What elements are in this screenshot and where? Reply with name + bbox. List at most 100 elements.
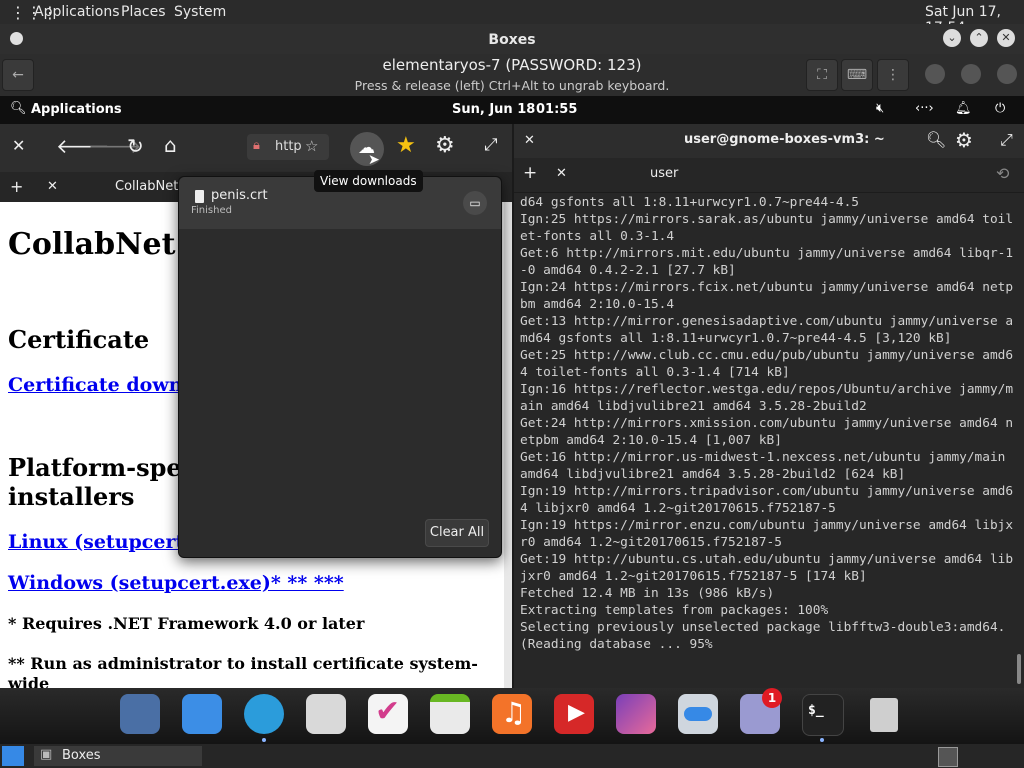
menu-places[interactable]: Places [121, 4, 166, 20]
fullscreen-button[interactable]: ⛶ [806, 59, 838, 91]
boxes-app-icon: ▣ [40, 747, 53, 762]
window-title: Boxes [488, 32, 536, 48]
terminal-title: user@gnome-boxes-vm3: ~ [684, 132, 885, 147]
browser-toolbar: ✕ 🡐 🡒 ↻ ⌂ 🔒︎ http ☆ ☁ ★ ⚙ ⤢ [0, 124, 512, 172]
menu-applications[interactable]: Applications [34, 4, 120, 20]
mouse-cursor-icon: ➤ [368, 152, 380, 168]
clear-all-button[interactable]: Clear All [425, 519, 489, 547]
search-icon[interactable]: 🔍︎ [10, 101, 27, 116]
terminal-output[interactable]: d64 gsfonts all 1:8.11+urwcyr1.0.7~pre44… [520, 194, 1014, 684]
url-text: http [275, 139, 302, 154]
settings-gear-icon[interactable]: ⚙ [435, 133, 455, 158]
platform-heading-1: Platform-spe [8, 453, 182, 482]
close-tab-icon[interactable]: ✕ [47, 179, 58, 194]
mute-icon[interactable]: 🔇︎ [876, 101, 884, 116]
music-note-icon: ♫ [501, 696, 527, 729]
insecure-lock-icon: 🔒︎ [253, 138, 260, 153]
requirement-note: * Requires .NET Framework 4.0 or later [8, 614, 365, 633]
running-indicator-browser [262, 738, 266, 742]
terminal-settings-icon[interactable]: ⚙ [955, 128, 973, 152]
terminal-headerbar: ✕ user@gnome-boxes-vm3: ~ 🔍︎ ⚙ ⤢ [514, 124, 1024, 158]
guest-date[interactable]: Sun, Jun 18 [452, 102, 535, 117]
web-browser-icon[interactable] [244, 694, 284, 734]
close-window-icon[interactable]: ✕ [12, 136, 25, 155]
power-menu-icon[interactable]: ⏻ [995, 101, 1005, 116]
terminal-search-icon[interactable]: 🔍︎ [926, 130, 946, 149]
toggle-switch-shape [684, 707, 712, 721]
power-icon[interactable] [925, 64, 945, 84]
workspace-switcher-icon[interactable] [938, 747, 958, 767]
mail-icon[interactable] [306, 694, 346, 734]
appcenter-icon[interactable]: 1 [740, 688, 782, 734]
videos-icon[interactable]: ▶ [554, 694, 594, 734]
file-icon [195, 190, 204, 203]
url-bar[interactable]: 🔒︎ http ☆ [247, 134, 329, 160]
tab-collabnet[interactable]: CollabNet [115, 179, 178, 194]
guest-time[interactable]: 01:55 [536, 102, 577, 117]
photos-icon[interactable] [616, 694, 656, 734]
close-icon[interactable]: ✕ [997, 29, 1015, 47]
terminal-window: ✕ user@gnome-boxes-vm3: ~ 🔍︎ ⚙ ⤢ + ✕ use… [514, 124, 1024, 688]
open-folder-icon[interactable]: ▭ [463, 191, 487, 215]
downloads-tooltip: View downloads [314, 170, 423, 192]
tasks-icon[interactable]: ✔ [368, 694, 408, 734]
music-icon[interactable]: ♫ [492, 694, 532, 734]
show-desktop-icon[interactable] [2, 746, 24, 766]
taskbar-boxes-button[interactable]: ▣ Boxes [34, 746, 202, 766]
boxes-titlebar: Boxes ⌄ ⌃ ✕ [0, 24, 1024, 54]
platform-heading-2: installers [8, 482, 135, 511]
terminal-tab-user[interactable]: user [650, 166, 678, 181]
maximize-icon[interactable]: ⌃ [970, 29, 988, 47]
download-status: Finished [191, 205, 232, 216]
terminal-tab-bar: + ✕ user ⟲ [514, 158, 1024, 193]
files-icon[interactable] [182, 694, 222, 734]
guest-top-panel: 🔍︎ Applications Sun, Jun 18 01:55 🔇︎ ‹··… [0, 96, 1024, 124]
calendar-icon[interactable] [430, 694, 470, 734]
multitasking-view-icon[interactable] [120, 694, 160, 734]
boxes-headerbar: ← elementaryos-7 (PASSWORD: 123) Press &… [0, 54, 1024, 97]
menu-button[interactable]: ⋮ [877, 59, 909, 91]
reload-icon[interactable]: ↻ [127, 134, 144, 158]
dock: ✔ ♫ ▶ 1 $_ [0, 688, 1024, 744]
admin-note: ** Run as administrator to install certi… [8, 654, 478, 688]
update-badge: 1 [762, 688, 782, 708]
bookmark-star-icon[interactable]: ☆ [305, 137, 318, 155]
settings-circle-icon[interactable] [997, 64, 1017, 84]
keyboard-button[interactable]: ⌨ [841, 59, 873, 91]
notifications-icon[interactable]: 🔔︎ [955, 101, 972, 116]
terminal-close-tab-icon[interactable]: ✕ [556, 166, 567, 181]
downloads-popover: penis.crt Finished ▭ Clear All [178, 176, 502, 558]
lock-icon[interactable] [961, 64, 981, 84]
play-icon: ▶ [568, 700, 585, 725]
network-icon[interactable]: ‹··› [915, 101, 934, 116]
download-filename: penis.crt [211, 188, 268, 203]
page-heading: CollabNet [8, 227, 176, 262]
linux-link[interactable]: Linux (setupcert [8, 531, 184, 553]
guest-applications[interactable]: Applications [31, 102, 122, 117]
minimize-icon[interactable]: ⌄ [943, 29, 961, 47]
terminal-history-icon[interactable]: ⟲ [996, 164, 1009, 183]
page-scrollbar[interactable] [504, 202, 512, 688]
trash-icon[interactable] [864, 694, 904, 734]
terminal-close-icon[interactable]: ✕ [524, 133, 535, 148]
checkmark-icon: ✔ [375, 694, 401, 729]
certificate-heading: Certificate [8, 325, 150, 354]
host-top-panel: ⋮⋮⋮ Applications Places System Sat Jun 1… [0, 0, 1024, 36]
terminal-app-icon[interactable]: $_ [802, 694, 844, 736]
terminal-scrollbar[interactable] [1017, 654, 1021, 684]
terminal-prompt-glyph: $_ [808, 703, 824, 718]
terminal-expand-icon[interactable]: ⤢ [1000, 130, 1013, 150]
expand-icon[interactable]: ⤢ [484, 135, 498, 155]
taskbar-boxes-label: Boxes [62, 748, 101, 763]
trash-can-shape [870, 698, 898, 732]
terminal-new-tab-icon[interactable]: + [523, 163, 537, 183]
running-indicator-terminal [820, 738, 824, 742]
home-icon[interactable]: ⌂ [164, 133, 177, 157]
host-taskbar: ▣ Boxes [0, 744, 1024, 768]
new-tab-icon[interactable]: + [10, 177, 23, 196]
windows-link[interactable]: Windows (setupcert.exe)* ** *** [8, 572, 344, 594]
favorites-star-icon[interactable]: ★ [396, 133, 416, 158]
settings-toggle-icon[interactable] [678, 694, 718, 734]
menu-system[interactable]: System [174, 4, 226, 20]
certificate-download-link[interactable]: Certificate down [8, 374, 183, 396]
